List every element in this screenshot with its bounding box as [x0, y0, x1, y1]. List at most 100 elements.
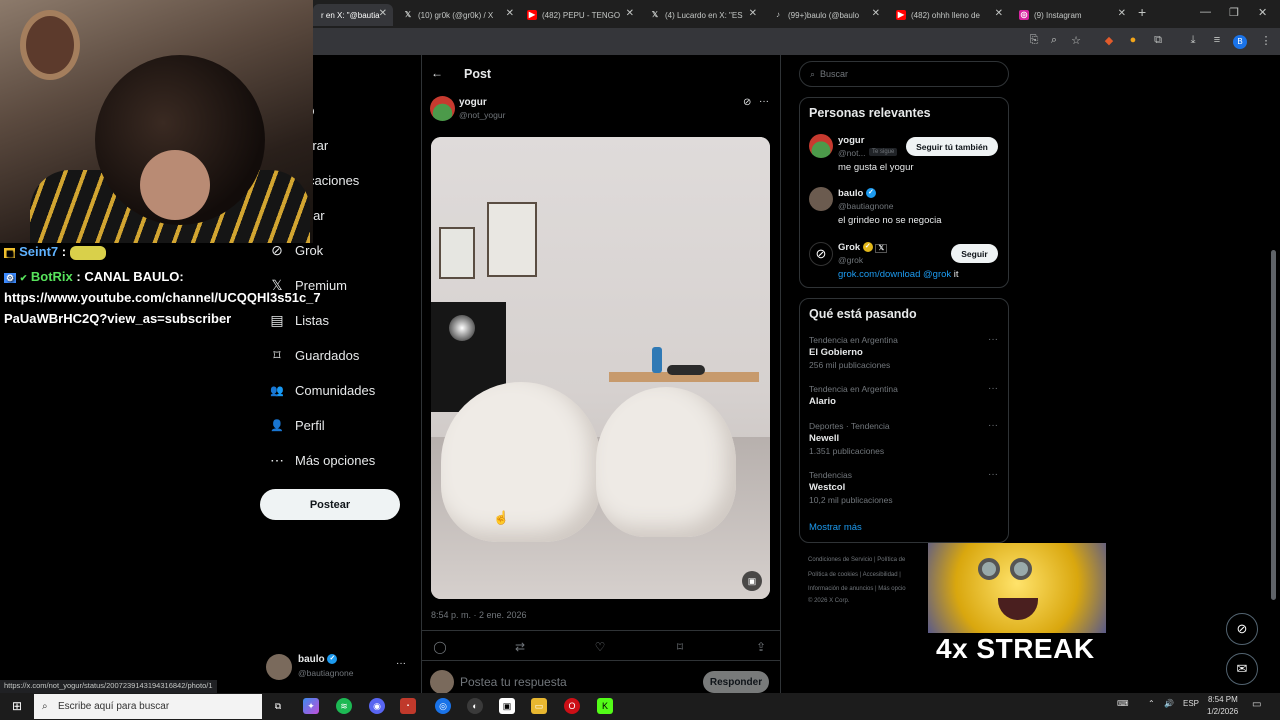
- trend-more-icon[interactable]: ···: [988, 420, 998, 431]
- person-handle[interactable]: @bautiagnone: [838, 201, 893, 211]
- trend-more-icon[interactable]: ···: [988, 334, 998, 345]
- language-indicator[interactable]: ESP: [1183, 699, 1199, 708]
- discord-icon[interactable]: ◉: [369, 698, 385, 714]
- scrollbar-thumb[interactable]: [1271, 250, 1276, 600]
- volume-icon[interactable]: 🔊: [1164, 699, 1174, 708]
- reply-icon[interactable]: ◯: [432, 640, 448, 654]
- trend-more-icon[interactable]: ···: [988, 383, 998, 394]
- browser-tab[interactable]: 𝕏 (10) gr0k (@gr0k) / X ✕: [395, 4, 520, 26]
- trend-name[interactable]: Alario: [809, 396, 836, 407]
- post-more-icon[interactable]: ···: [759, 96, 769, 107]
- image-alt-icon[interactable]: ▣: [742, 571, 762, 591]
- trend-more-icon[interactable]: ···: [988, 469, 998, 480]
- chrome-menu-icon[interactable]: ⋮: [1258, 34, 1274, 47]
- share-icon[interactable]: ⇪: [753, 640, 769, 654]
- clock-date[interactable]: 1/2/2026: [1207, 707, 1238, 716]
- browser-tab[interactable]: ♪ (99+)baulo (@baulo ✕: [765, 4, 886, 26]
- show-more-link[interactable]: Mostrar más: [809, 522, 862, 533]
- download-icon[interactable]: ⤓: [1185, 34, 1201, 47]
- browser-tab[interactable]: ◎ (9) Instagram ✕: [1011, 4, 1132, 26]
- nav-item-communities[interactable]: 👥 Comunidades: [268, 378, 375, 402]
- profile-avatar-icon[interactable]: B: [1233, 35, 1247, 49]
- close-tab-icon[interactable]: ✕: [506, 8, 514, 19]
- window-close-icon[interactable]: ✕: [1258, 6, 1267, 19]
- bio-link[interactable]: grok.com/download: [838, 269, 920, 280]
- nav-item-more[interactable]: ⋯ Más opciones: [268, 448, 375, 472]
- grok-fab-icon[interactable]: ⊘: [1226, 613, 1258, 645]
- reply-input[interactable]: Postea tu respuesta: [460, 675, 567, 689]
- browser-tab[interactable]: 𝕏 (4) Lucardo en X: "ES ✕: [642, 4, 763, 26]
- nav-item-bookmarks[interactable]: ⌑ Guardados: [268, 343, 359, 367]
- close-tab-icon[interactable]: ✕: [379, 8, 387, 19]
- browser-tab[interactable]: ▶ (482) PEPU - TENGO ✕: [519, 4, 640, 26]
- tray-chevron-icon[interactable]: ⌃: [1148, 699, 1155, 708]
- zoom-icon[interactable]: ⌕: [1046, 34, 1062, 47]
- post-photo[interactable]: ▣: [431, 137, 770, 599]
- restore-icon[interactable]: ❐: [1229, 6, 1239, 19]
- trend-name[interactable]: El Gobierno: [809, 347, 863, 358]
- back-arrow-icon[interactable]: ←: [431, 66, 443, 80]
- windows-start-icon[interactable]: ⊞: [9, 698, 25, 714]
- trend-name[interactable]: Westcol: [809, 482, 845, 493]
- bookmark-star-icon[interactable]: ☆: [1068, 34, 1084, 47]
- media-control-icon[interactable]: ≡: [1209, 34, 1225, 46]
- close-tab-icon[interactable]: ✕: [872, 8, 880, 19]
- author-avatar[interactable]: [430, 96, 455, 121]
- post-button[interactable]: Postear: [260, 489, 400, 520]
- person-name[interactable]: baulo: [838, 188, 863, 199]
- repost-icon[interactable]: ⇄: [512, 640, 528, 654]
- notifications-icon[interactable]: ▭: [1252, 699, 1261, 710]
- close-tab-icon[interactable]: ✕: [995, 8, 1003, 19]
- messages-fab-icon[interactable]: ✉: [1226, 653, 1258, 685]
- file-explorer-icon[interactable]: ▭: [531, 698, 547, 714]
- obs-icon[interactable]: ◐: [467, 698, 483, 714]
- keyboard-icon[interactable]: ⌨: [1117, 699, 1129, 708]
- search-input[interactable]: ⌕ Buscar: [799, 61, 1009, 87]
- nav-item-lists[interactable]: ▤ Listas: [268, 308, 329, 332]
- footer-links[interactable]: Condiciones de Servicio | Política de: [808, 557, 905, 563]
- nav-item-profile[interactable]: 👤 Perfil: [268, 413, 324, 437]
- close-tab-icon[interactable]: ✕: [749, 8, 757, 19]
- capcut-icon[interactable]: ▣: [499, 698, 515, 714]
- author-handle[interactable]: @not_yogur: [459, 110, 505, 120]
- avatar[interactable]: [809, 134, 833, 158]
- opera-icon[interactable]: O: [564, 698, 580, 714]
- footer-links[interactable]: Política de cookies | Accesibilidad |: [808, 572, 901, 578]
- minimize-icon[interactable]: —: [1200, 6, 1211, 18]
- person-name[interactable]: Grok: [838, 242, 860, 253]
- copilot-icon[interactable]: ✦: [303, 698, 319, 714]
- person-name[interactable]: yogur: [838, 135, 864, 146]
- author-name[interactable]: yogur: [459, 97, 487, 108]
- follow-back-button[interactable]: Seguir tú también: [906, 137, 998, 156]
- grok-explain-icon[interactable]: ⊘: [743, 97, 751, 108]
- close-tab-icon[interactable]: ✕: [626, 8, 634, 19]
- chrome-icon[interactable]: ◎: [435, 698, 451, 714]
- follow-button[interactable]: Seguir: [951, 244, 998, 263]
- bio-mention[interactable]: @grok: [923, 269, 951, 280]
- clock-time[interactable]: 8:54 PM: [1208, 695, 1238, 704]
- like-icon[interactable]: ♡: [592, 640, 608, 654]
- extension-color-icon[interactable]: ●: [1125, 34, 1141, 46]
- extension-fire-icon[interactable]: ◆: [1101, 34, 1117, 47]
- reply-button[interactable]: Responder: [703, 671, 769, 693]
- app-icon[interactable]: ▪: [400, 698, 416, 714]
- kick-icon[interactable]: K: [597, 698, 613, 714]
- person-handle[interactable]: @not...: [838, 148, 866, 158]
- task-view-icon[interactable]: ⧉: [270, 698, 286, 714]
- account-more-icon[interactable]: ···: [396, 658, 406, 669]
- page-scrollbar[interactable]: [1270, 62, 1277, 602]
- taskbar-search-input[interactable]: ⌕ Escribe aquí para buscar: [34, 694, 262, 719]
- avatar[interactable]: [809, 187, 833, 211]
- install-app-icon[interactable]: ⎘: [1026, 34, 1042, 47]
- new-tab-button[interactable]: +: [1138, 4, 1146, 20]
- grok-logo-icon[interactable]: ⊘: [809, 242, 833, 266]
- person-handle[interactable]: @grok: [838, 255, 863, 265]
- footer-links[interactable]: Información de anuncios | Más opcio: [808, 586, 906, 592]
- browser-tab[interactable]: ▶ (482) ohhh lleno de ✕: [888, 4, 1009, 26]
- extensions-puzzle-icon[interactable]: ⧉: [1150, 34, 1166, 47]
- browser-tab-active[interactable]: r en X: "@bautia ✕: [313, 4, 393, 26]
- trend-name[interactable]: Newell: [809, 433, 839, 444]
- account-switcher[interactable]: baulo ✓ @bautiagnone ···: [266, 652, 411, 684]
- spotify-icon[interactable]: ≋: [336, 698, 352, 714]
- close-tab-icon[interactable]: ✕: [1118, 8, 1126, 19]
